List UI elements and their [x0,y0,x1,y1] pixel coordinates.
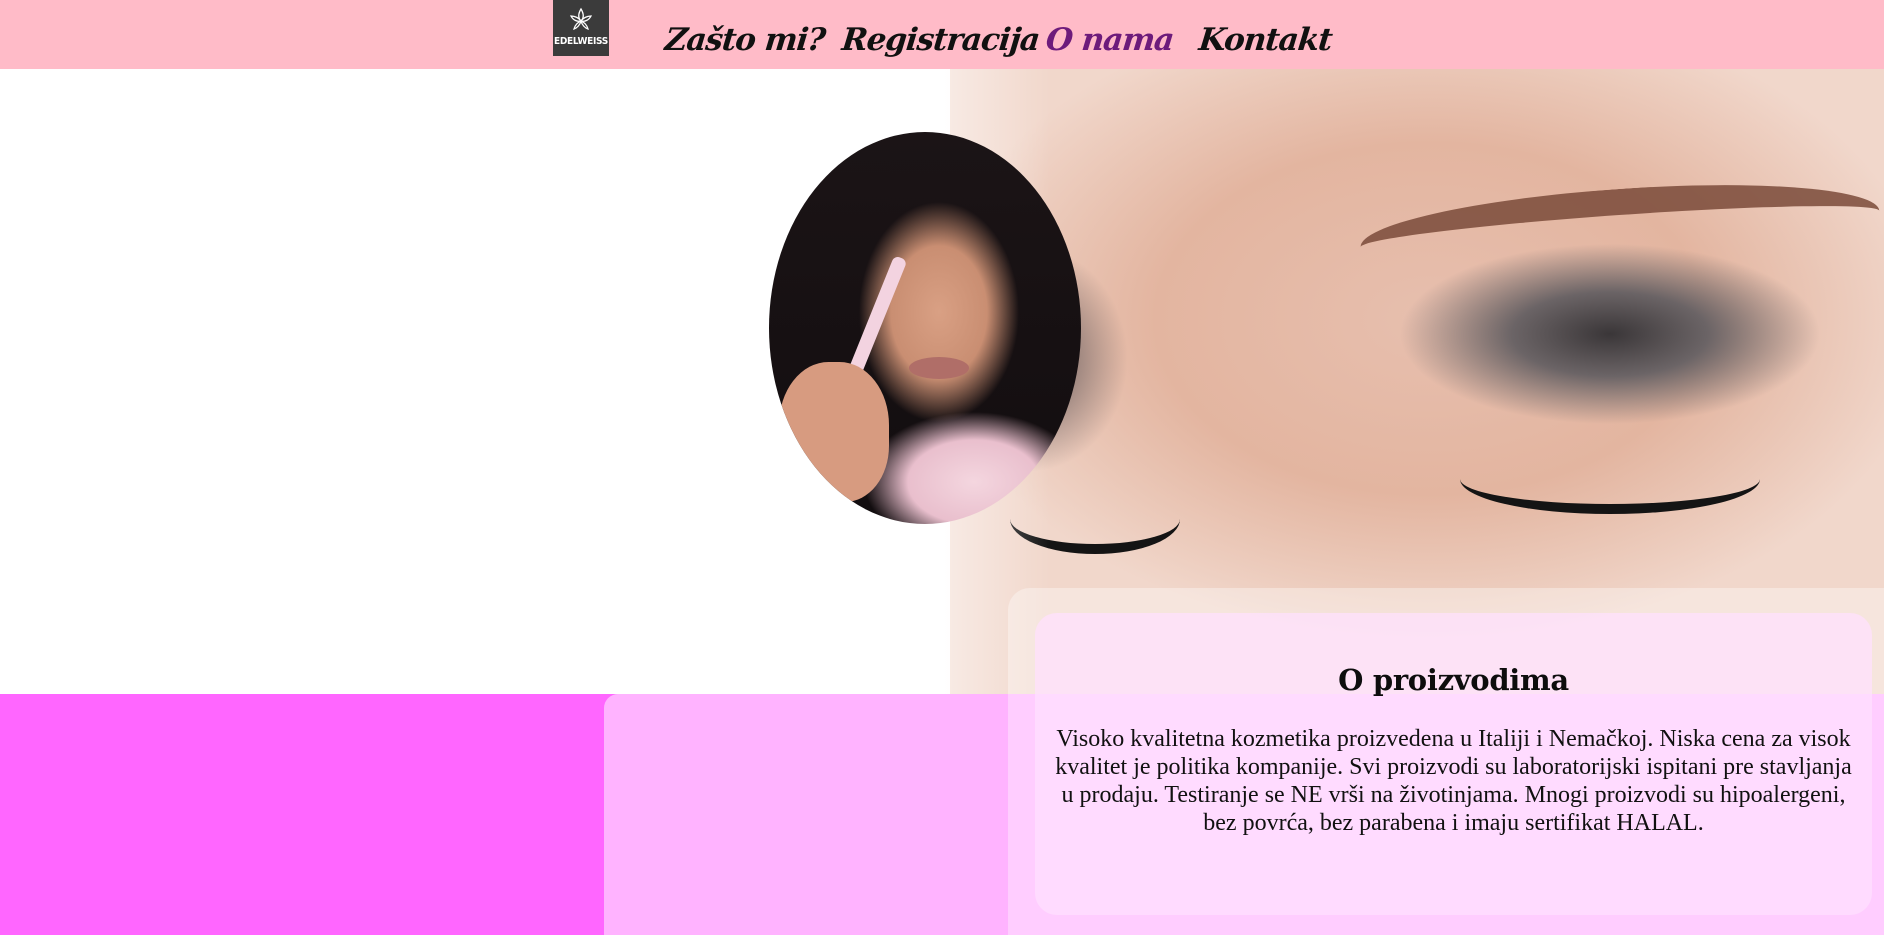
hand-shape [779,362,889,502]
brand-logo[interactable]: EDELWEISS [553,0,609,56]
eyelash-shape [1460,444,1760,514]
about-products-card: O proizvodima Visoko kvalitetna kozmetik… [1035,613,1872,915]
nav-link-registracija[interactable]: Registracija [840,22,1041,58]
lotus-flower-icon [569,7,593,30]
nav-link-o-nama[interactable]: O nama [1044,22,1175,58]
about-products-title: O proizvodima [1338,663,1569,697]
model-portrait-photo [769,132,1081,524]
logo-text: EDELWEISS [554,36,608,47]
nav-link-zasto-mi[interactable]: Zašto mi? [663,22,826,58]
nav-link-kontakt[interactable]: Kontakt [1197,22,1333,58]
top-navbar: EDELWEISS Zašto mi? Registracija O nama … [0,0,1884,69]
about-products-text: Visoko kvalitetna kozmetika proizvedena … [1055,726,1852,836]
lips-shape [909,357,969,379]
